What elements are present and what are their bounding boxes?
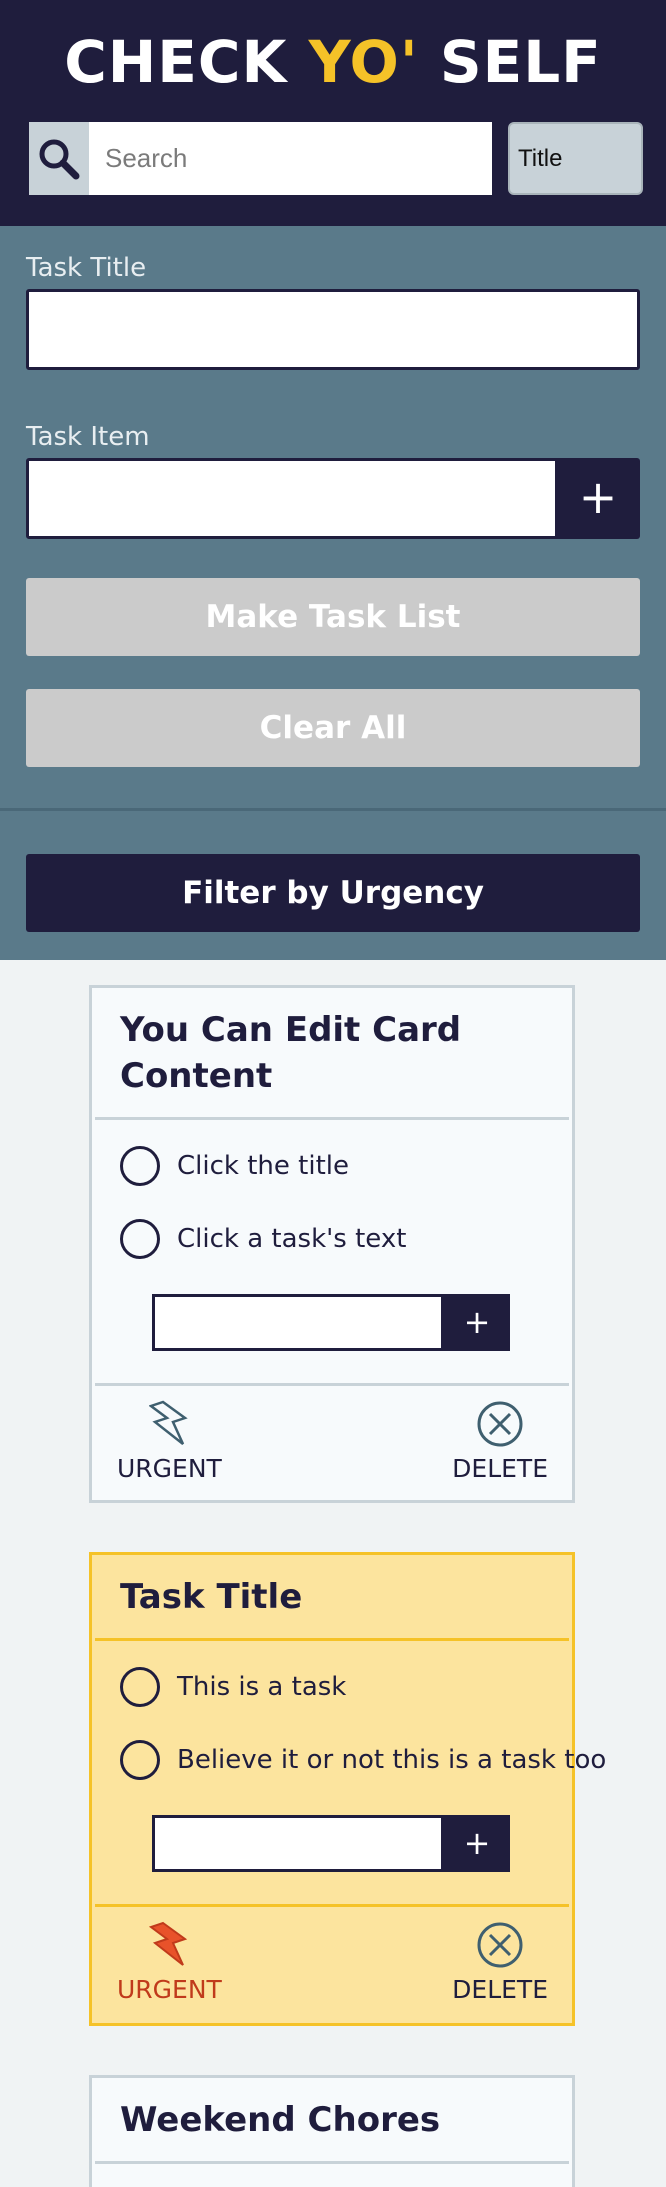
- close-circle-icon: [477, 1401, 523, 1447]
- card-add-item-input[interactable]: [152, 1815, 444, 1872]
- task-card: Weekend Chores: [89, 2075, 575, 2187]
- card-title[interactable]: Task Title: [92, 1555, 572, 1638]
- task-text[interactable]: Click the title: [177, 1151, 349, 1181]
- title-part-2: SELF: [418, 28, 602, 96]
- card-title[interactable]: Weekend Chores: [92, 2078, 572, 2161]
- lightning-icon: [149, 1921, 188, 1966]
- task-text[interactable]: This is a task: [177, 1672, 346, 1702]
- make-task-list-button[interactable]: Make Task List: [26, 578, 640, 656]
- clear-all-button[interactable]: Clear All: [26, 689, 640, 767]
- urgent-button[interactable]: URGENT: [117, 1400, 222, 1491]
- task-checkbox[interactable]: [120, 1218, 160, 1259]
- card-footer: URGENT DELETE: [92, 1907, 572, 2022]
- title-part-1: CHECK: [64, 28, 309, 96]
- task-item: Believe it or not this is a task too: [92, 1723, 606, 1796]
- task-checkbox[interactable]: [120, 1739, 160, 1780]
- card-add-item-button[interactable]: +: [444, 1294, 510, 1351]
- task-item: Click a task's text: [92, 1202, 572, 1275]
- delete-label: DELETE: [452, 1454, 548, 1483]
- app-header: CHECK YO' SELF Title: [0, 0, 666, 226]
- card-add-item: +: [152, 1815, 572, 1872]
- filter-urgency-button[interactable]: Filter by Urgency: [26, 854, 640, 932]
- close-circle-icon: [477, 1922, 523, 1968]
- task-item-input[interactable]: [26, 458, 558, 539]
- task-card: You Can Edit Card Content Click the titl…: [89, 985, 575, 1503]
- add-task-item-button[interactable]: +: [556, 458, 640, 539]
- card-add-item: +: [152, 1294, 572, 1351]
- task-form-panel: Task Title Task Item + Make Task List Cl…: [0, 226, 666, 960]
- urgent-label: URGENT: [117, 1975, 222, 2004]
- urgent-label: URGENT: [117, 1454, 222, 1483]
- card-add-item-button[interactable]: +: [444, 1815, 510, 1872]
- urgent-button[interactable]: URGENT: [117, 1921, 222, 2012]
- task-card-urgent: Task Title This is a task Believe it or …: [89, 1552, 606, 2026]
- card-add-item-input[interactable]: [152, 1294, 444, 1351]
- task-item: Click the title: [92, 1129, 572, 1202]
- task-title-input[interactable]: [26, 289, 640, 370]
- delete-button[interactable]: DELETE: [452, 1400, 548, 1491]
- task-text[interactable]: Click a task's text: [177, 1224, 406, 1254]
- task-item-label: Task Item: [26, 422, 150, 452]
- card-title[interactable]: You Can Edit Card Content: [92, 988, 572, 1117]
- card-footer: URGENT DELETE: [92, 1386, 572, 1501]
- panel-divider: [0, 808, 666, 811]
- task-checkbox[interactable]: [120, 1145, 160, 1186]
- search-filter-select[interactable]: Title: [508, 122, 643, 195]
- task-text[interactable]: Believe it or not this is a task too: [177, 1745, 606, 1775]
- search-icon[interactable]: [29, 122, 89, 195]
- lightning-icon: [149, 1400, 189, 1445]
- card-divider: [95, 2161, 569, 2164]
- task-checkbox[interactable]: [120, 1666, 160, 1707]
- task-item: This is a task: [92, 1650, 572, 1723]
- delete-label: DELETE: [452, 1975, 548, 2004]
- search-input[interactable]: [89, 122, 492, 195]
- delete-button[interactable]: DELETE: [452, 1921, 548, 2012]
- title-accent: YO': [308, 28, 419, 96]
- search-bar: Title: [29, 122, 644, 195]
- app-title: CHECK YO' SELF: [0, 30, 666, 94]
- task-title-label: Task Title: [26, 253, 147, 283]
